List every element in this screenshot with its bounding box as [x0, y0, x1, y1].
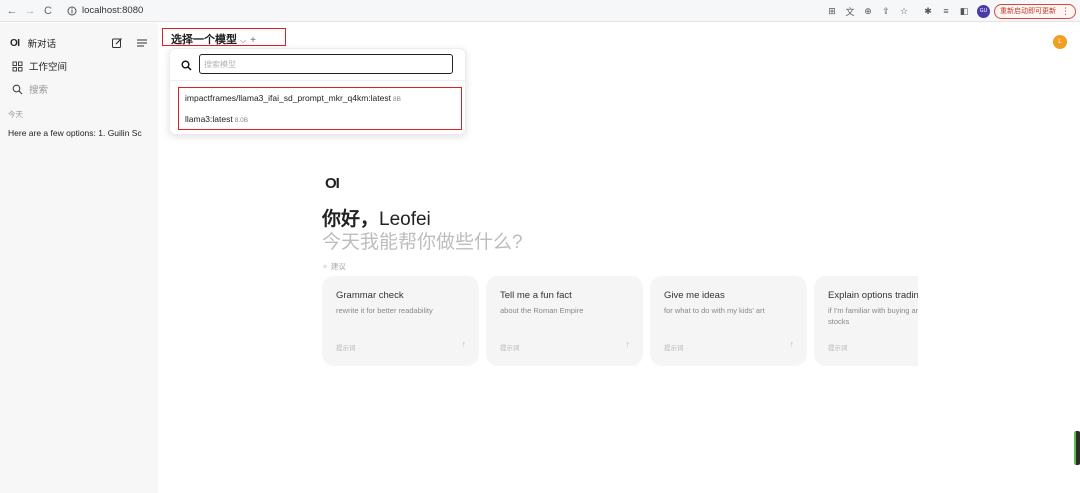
bookmark-star-icon[interactable]: ☆	[896, 3, 912, 19]
card-footer: 提示词	[664, 345, 684, 352]
card-description: for what to do with my kids' art	[664, 306, 765, 315]
menu-icon[interactable]	[136, 36, 148, 48]
card-title: Tell me a fun fact	[500, 290, 572, 301]
update-button-label: 重新启动即可更新	[1000, 8, 1056, 15]
workspace-label: 工作空间	[29, 62, 68, 73]
card-title: Give me ideas	[664, 290, 725, 301]
install-app-icon[interactable]: ⊞	[824, 3, 840, 19]
suggestion-card[interactable]: Give me ideas for what to do with my kid…	[650, 276, 807, 366]
site-info-icon[interactable]	[65, 4, 79, 18]
suggestions-label-text: 建议	[330, 262, 346, 271]
back-icon[interactable]: ←	[3, 2, 21, 20]
model-option[interactable]: impactframes/llama3_ifai_sd_prompt_mkr_q…	[185, 93, 401, 103]
card-description: rewrite it for better readability	[336, 306, 433, 315]
chat-history-item[interactable]: Here are a few options: 1. Guilin Sc	[8, 128, 153, 138]
side-panel-icon[interactable]: ◧	[956, 3, 972, 19]
chevron-down-icon[interactable]: ⌵	[240, 36, 246, 45]
arrow-up-icon: ↑	[461, 339, 467, 349]
extensions-icon[interactable]: ✱	[920, 3, 936, 19]
suggestion-card[interactable]: Tell me a fun fact about the Roman Empir…	[486, 276, 643, 366]
suggestion-cards: Grammar check rewrite it for better read…	[322, 276, 918, 366]
card-description: about the Roman Empire	[500, 306, 584, 315]
arrow-up-icon: ↑	[625, 339, 631, 349]
sidebar-item-workspace[interactable]: 工作空间	[10, 59, 67, 73]
reload-icon[interactable]: C	[39, 2, 57, 20]
model-search-row	[178, 54, 462, 74]
model-search-input[interactable]	[199, 54, 453, 74]
card-title: Explain options trading	[828, 290, 918, 301]
section-today: 今天	[8, 110, 23, 119]
suggestion-card[interactable]: Explain options trading if I'm familiar …	[814, 276, 918, 366]
card-footer: 提示词	[500, 345, 520, 352]
new-chat-button[interactable]: OI 新对话	[10, 36, 57, 51]
scroll-handle[interactable]	[1074, 431, 1080, 465]
profile-avatar[interactable]: GU	[977, 4, 990, 18]
update-button[interactable]: 重新启动即可更新 ⋮	[994, 3, 1076, 19]
add-model-icon[interactable]: +	[250, 35, 256, 46]
model-option-size: 8B	[392, 96, 401, 103]
model-selector-label: 选择一个模型	[171, 34, 237, 46]
sidebar-logo: OI	[10, 37, 20, 49]
model-dropdown: impactframes/llama3_ifai_sd_prompt_mkr_q…	[169, 48, 466, 135]
sidebar: OI 新对话 工作空间 搜索 今天 Here are a few options…	[0, 23, 158, 493]
browser-toolbar: ← → C localhost:8080 ⊞ 文 ⊕ ⇪ ☆ ✱ ≡ ◧ GU …	[0, 0, 1080, 22]
user-avatar[interactable]: L	[1053, 35, 1067, 49]
model-option[interactable]: llama3:latest 8.0B	[185, 114, 248, 124]
zoom-icon[interactable]: ⊕	[860, 3, 876, 19]
model-list: impactframes/llama3_ifai_sd_prompt_mkr_q…	[178, 87, 462, 130]
url-text[interactable]: localhost:8080	[82, 5, 143, 16]
search-icon	[181, 58, 193, 71]
card-title: Grammar check	[336, 290, 404, 301]
greeting-subtitle: 今天我能帮你做些什么?	[322, 232, 523, 253]
search-icon	[10, 83, 24, 95]
forward-icon[interactable]: →	[21, 2, 39, 20]
new-chat-label: 新对话	[27, 39, 57, 50]
model-option-name: impactframes/llama3_ifai_sd_prompt_mkr_q…	[185, 93, 391, 103]
workspace-icon	[10, 60, 24, 72]
card-footer: 提示词	[828, 345, 848, 352]
model-option-name: llama3:latest	[185, 114, 233, 124]
main-logo: OI	[325, 175, 340, 192]
more-menu-icon: ⋮	[1061, 5, 1070, 16]
divider	[170, 80, 465, 81]
reading-list-icon[interactable]: ≡	[938, 3, 954, 19]
suggestions-label: ✧ 建议	[322, 261, 346, 272]
model-selector[interactable]: 选择一个模型 ⌵ +	[162, 28, 286, 46]
model-option-size: 8.0B	[234, 117, 249, 124]
sparkle-icon: ✧	[322, 263, 328, 271]
card-description: if I'm familiar with buying and selling …	[828, 306, 918, 326]
share-icon[interactable]: ⇪	[878, 3, 894, 19]
edit-icon[interactable]	[111, 36, 123, 48]
translate-icon[interactable]: 文	[842, 3, 858, 19]
arrow-up-icon: ↑	[789, 339, 795, 349]
suggestion-card[interactable]: Grammar check rewrite it for better read…	[322, 276, 479, 366]
sidebar-search-placeholder: 搜索	[29, 85, 49, 96]
card-footer: 提示词	[336, 345, 356, 352]
sidebar-search[interactable]: 搜索	[10, 82, 48, 96]
